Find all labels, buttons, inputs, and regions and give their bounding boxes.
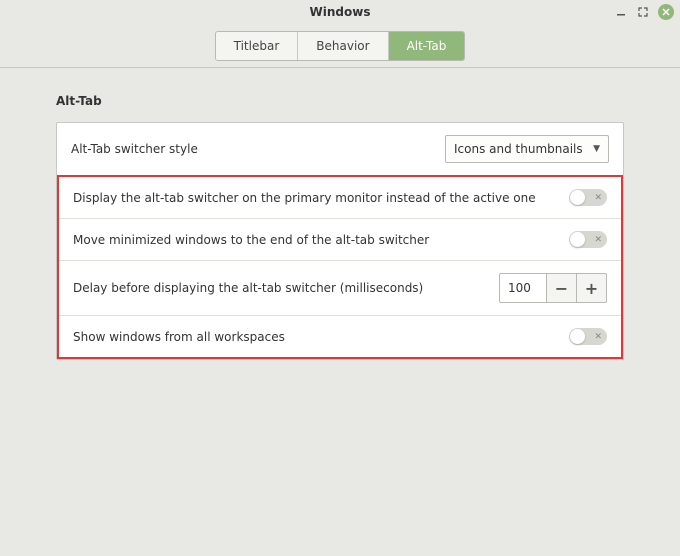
tab-strip: Titlebar Behavior Alt-Tab xyxy=(215,31,466,61)
row-switcher-style: Alt-Tab switcher style Icons and thumbna… xyxy=(57,123,623,176)
label-primary-monitor: Display the alt-tab switcher on the prim… xyxy=(73,191,557,205)
label-all-workspaces: Show windows from all workspaces xyxy=(73,330,557,344)
window-controls xyxy=(614,4,674,20)
row-move-minimized: Move minimized windows to the end of the… xyxy=(59,219,621,261)
toggle-knob xyxy=(570,329,585,344)
window-root: Windows Titlebar Behavior Alt-Tab Alt-Ta… xyxy=(0,0,680,556)
x-icon: ✕ xyxy=(594,235,602,245)
row-primary-monitor: Display the alt-tab switcher on the prim… xyxy=(59,177,621,219)
dropdown-value: Icons and thumbnails xyxy=(454,142,587,156)
settings-panel: Alt-Tab switcher style Icons and thumbna… xyxy=(56,122,624,360)
maximize-button[interactable] xyxy=(636,5,650,19)
window-titlebar: Windows xyxy=(0,0,680,24)
decrement-button[interactable]: − xyxy=(547,273,577,303)
row-delay: Delay before displaying the alt-tab swit… xyxy=(59,261,621,316)
highlighted-settings: Display the alt-tab switcher on the prim… xyxy=(57,175,623,359)
tab-titlebar[interactable]: Titlebar xyxy=(216,32,299,60)
toggle-move-minimized[interactable]: ✕ xyxy=(569,231,607,248)
section-title: Alt-Tab xyxy=(56,94,624,108)
increment-button[interactable]: + xyxy=(577,273,607,303)
window-title: Windows xyxy=(8,5,672,19)
toggle-knob xyxy=(570,232,585,247)
toolbar: Titlebar Behavior Alt-Tab xyxy=(0,24,680,68)
input-delay[interactable] xyxy=(499,273,547,303)
label-move-minimized: Move minimized windows to the end of the… xyxy=(73,233,557,247)
label-switcher-style: Alt-Tab switcher style xyxy=(71,142,433,156)
minimize-button[interactable] xyxy=(614,5,628,19)
content-area: Alt-Tab Alt-Tab switcher style Icons and… xyxy=(0,68,680,556)
toggle-primary-monitor[interactable]: ✕ xyxy=(569,189,607,206)
label-delay: Delay before displaying the alt-tab swit… xyxy=(73,281,487,295)
chevron-down-icon: ▼ xyxy=(593,144,600,154)
toggle-all-workspaces[interactable]: ✕ xyxy=(569,328,607,345)
close-button[interactable] xyxy=(658,4,674,20)
row-all-workspaces: Show windows from all workspaces ✕ xyxy=(59,316,621,357)
spinner-delay: − + xyxy=(499,273,607,303)
tab-alttab[interactable]: Alt-Tab xyxy=(389,32,465,60)
x-icon: ✕ xyxy=(594,193,602,203)
dropdown-switcher-style[interactable]: Icons and thumbnails ▼ xyxy=(445,135,609,163)
x-icon: ✕ xyxy=(594,332,602,342)
toggle-knob xyxy=(570,190,585,205)
tab-behavior[interactable]: Behavior xyxy=(298,32,388,60)
